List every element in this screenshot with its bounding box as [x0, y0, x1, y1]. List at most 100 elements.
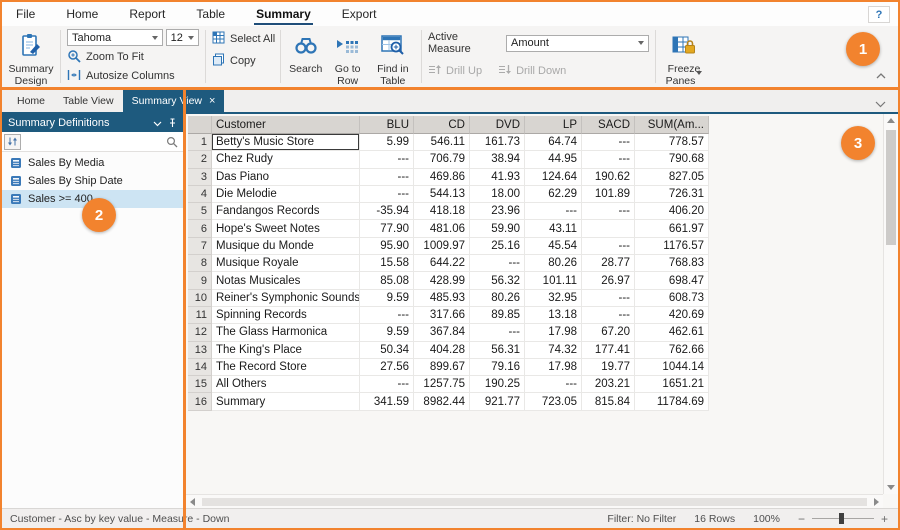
value-cell[interactable]: 26.97: [582, 272, 635, 289]
zoom-out-button[interactable]: −: [798, 512, 805, 526]
row-number[interactable]: 16: [188, 393, 212, 410]
row-number[interactable]: 10: [188, 290, 212, 307]
value-cell[interactable]: 101.11: [525, 272, 582, 289]
value-cell[interactable]: 95.90: [360, 238, 414, 255]
vertical-scroll-thumb[interactable]: [886, 130, 896, 245]
value-cell[interactable]: 706.79: [414, 151, 470, 168]
value-cell[interactable]: 9.59: [360, 290, 414, 307]
value-cell[interactable]: 762.66: [635, 342, 709, 359]
copy-button[interactable]: Copy: [212, 53, 274, 69]
horizontal-scrollbar[interactable]: [186, 494, 883, 508]
customer-cell[interactable]: The Record Store: [212, 359, 360, 376]
scroll-down-icon[interactable]: [887, 485, 895, 490]
value-cell[interactable]: 921.77: [470, 393, 525, 410]
value-cell[interactable]: 190.62: [582, 169, 635, 186]
value-cell[interactable]: 8982.44: [414, 393, 470, 410]
value-cell[interactable]: 74.32: [525, 342, 582, 359]
value-cell[interactable]: 726.31: [635, 186, 709, 203]
value-cell[interactable]: 18.00: [470, 186, 525, 203]
value-cell[interactable]: 418.18: [414, 203, 470, 220]
value-cell[interactable]: 80.26: [525, 255, 582, 272]
value-cell[interactable]: 161.73: [470, 134, 525, 151]
column-header[interactable]: LP: [525, 116, 582, 134]
zoom-in-button[interactable]: +: [881, 512, 888, 526]
value-cell[interactable]: 85.08: [360, 272, 414, 289]
customer-cell[interactable]: Summary: [212, 393, 360, 410]
scroll-right-icon[interactable]: [874, 498, 879, 506]
value-cell[interactable]: 544.13: [414, 186, 470, 203]
definition-item[interactable]: Sales By Ship Date: [2, 172, 183, 190]
definition-search-input[interactable]: [24, 135, 163, 149]
value-cell[interactable]: 1257.75: [414, 376, 470, 393]
value-cell[interactable]: 815.84: [582, 393, 635, 410]
horizontal-scroll-thumb[interactable]: [202, 498, 867, 506]
value-cell[interactable]: 67.20: [582, 324, 635, 341]
scroll-left-icon[interactable]: [190, 498, 195, 506]
value-cell[interactable]: 25.16: [470, 238, 525, 255]
autosize-columns-button[interactable]: Autosize Columns: [67, 68, 199, 84]
value-cell[interactable]: 45.54: [525, 238, 582, 255]
value-cell[interactable]: 23.96: [470, 203, 525, 220]
value-cell[interactable]: 768.83: [635, 255, 709, 272]
value-cell[interactable]: 44.95: [525, 151, 582, 168]
value-cell[interactable]: 790.68: [635, 151, 709, 168]
value-cell[interactable]: 406.20: [635, 203, 709, 220]
row-number[interactable]: 12: [188, 324, 212, 341]
column-header[interactable]: Customer: [212, 116, 360, 134]
close-tab-icon[interactable]: ×: [209, 96, 215, 107]
view-tab[interactable]: Table View: [54, 90, 123, 112]
customer-cell[interactable]: Das Piano: [212, 169, 360, 186]
zoom-slider-thumb[interactable]: [839, 513, 844, 524]
value-cell[interactable]: -35.94: [360, 203, 414, 220]
value-cell[interactable]: ---: [582, 307, 635, 324]
value-cell[interactable]: ---: [360, 151, 414, 168]
value-cell[interactable]: 420.69: [635, 307, 709, 324]
value-cell[interactable]: 608.73: [635, 290, 709, 307]
column-header[interactable]: BLU: [360, 116, 414, 134]
value-cell[interactable]: 17.98: [525, 324, 582, 341]
pin-icon[interactable]: [168, 118, 177, 128]
customer-cell[interactable]: The Glass Harmonica: [212, 324, 360, 341]
value-cell[interactable]: ---: [582, 151, 635, 168]
font-size-select[interactable]: 12: [166, 29, 199, 46]
select-all-button[interactable]: Select All: [212, 31, 274, 47]
drill-up-button[interactable]: Drill Up: [428, 63, 482, 79]
definition-item[interactable]: Sales By Media: [2, 154, 183, 172]
value-cell[interactable]: 124.64: [525, 169, 582, 186]
value-cell[interactable]: 481.06: [414, 220, 470, 237]
column-header[interactable]: SACD: [582, 116, 635, 134]
font-family-select[interactable]: Tahoma: [67, 29, 163, 46]
row-number[interactable]: 1: [188, 134, 212, 151]
value-cell[interactable]: ---: [360, 376, 414, 393]
customer-cell[interactable]: Die Melodie: [212, 186, 360, 203]
value-cell[interactable]: 5.99: [360, 134, 414, 151]
value-cell[interactable]: 62.29: [525, 186, 582, 203]
value-cell[interactable]: 404.28: [414, 342, 470, 359]
view-tab[interactable]: Summary View ×: [123, 90, 225, 112]
row-number[interactable]: 2: [188, 151, 212, 168]
value-cell[interactable]: [582, 220, 635, 237]
value-cell[interactable]: 317.66: [414, 307, 470, 324]
help-button[interactable]: ?: [868, 6, 890, 23]
value-cell[interactable]: 50.34: [360, 342, 414, 359]
value-cell[interactable]: 77.90: [360, 220, 414, 237]
value-cell[interactable]: 723.05: [525, 393, 582, 410]
value-cell[interactable]: 79.16: [470, 359, 525, 376]
customer-cell[interactable]: Notas Musicales: [212, 272, 360, 289]
value-cell[interactable]: 17.98: [525, 359, 582, 376]
value-cell[interactable]: 899.67: [414, 359, 470, 376]
row-number[interactable]: 8: [188, 255, 212, 272]
customer-cell[interactable]: Musique du Monde: [212, 238, 360, 255]
column-header[interactable]: CD: [414, 116, 470, 134]
menu-item[interactable]: Export: [340, 4, 379, 25]
menu-item[interactable]: Summary: [254, 4, 313, 25]
tab-list-chevron-down-icon[interactable]: [875, 95, 886, 113]
row-number[interactable]: 13: [188, 342, 212, 359]
value-cell[interactable]: ---: [525, 376, 582, 393]
column-header[interactable]: DVD: [470, 116, 525, 134]
value-cell[interactable]: ---: [582, 238, 635, 255]
value-cell[interactable]: 89.85: [470, 307, 525, 324]
value-cell[interactable]: 56.31: [470, 342, 525, 359]
customer-cell[interactable]: Fandangos Records: [212, 203, 360, 220]
customer-cell[interactable]: Spinning Records: [212, 307, 360, 324]
